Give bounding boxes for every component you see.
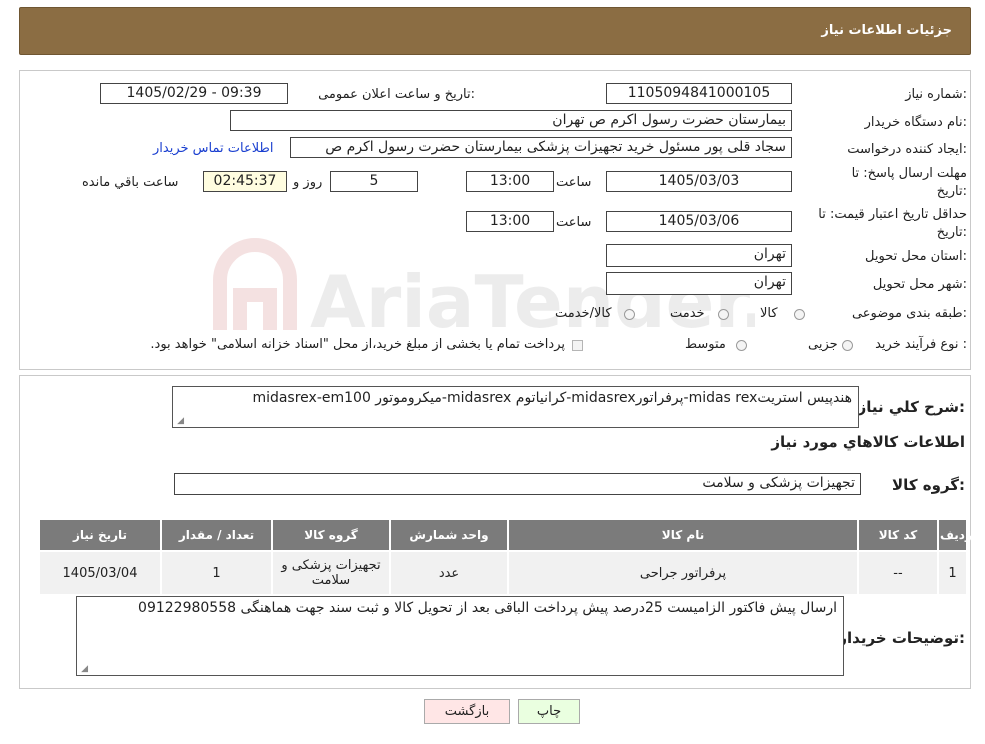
- page-header: جزئیات اطلاعات نیاز: [19, 7, 971, 55]
- category-option-goods: کالا: [760, 306, 778, 321]
- validity-label-1: حداقل تاریخ اعتبار قیمت: تا: [818, 207, 967, 222]
- announce-field: 1405/02/29 - 09:39: [100, 83, 288, 104]
- category-radio-service[interactable]: [718, 309, 729, 320]
- deadline-label-2: تاریخ:: [936, 184, 967, 199]
- process-label: نوع فرآیند خرید :: [875, 337, 967, 352]
- items-table: تاریخ نیاز تعداد / مقدار گروه کالا واحد …: [38, 518, 972, 596]
- days-remaining-field: 5: [330, 171, 418, 192]
- col-row: رديف: [937, 518, 972, 552]
- category-radio-goods[interactable]: [794, 309, 805, 320]
- cell-quantity: 1: [160, 550, 273, 596]
- category-option-goods-service: کالا/خدمت: [555, 306, 612, 321]
- summary-text: هندپیس استریتmidas rex-پرفراتورmidasrex-…: [252, 390, 852, 406]
- validity-time-label: ساعت: [556, 215, 592, 230]
- buyer-org-label: نام دستگاه خریدار:: [864, 115, 967, 130]
- deadline-date-field: 1405/03/03: [606, 171, 792, 192]
- days-label: روز و: [293, 175, 323, 190]
- resize-grip-icon[interactable]: ◢: [176, 417, 184, 426]
- creator-field: سجاد قلی پور مسئول خرید تجهیزات پزشکی بی…: [290, 137, 792, 158]
- cell-goods-code: --: [857, 550, 939, 596]
- col-need-date: تاریخ نیاز: [38, 518, 162, 552]
- table-row: 1405/03/04 1 تجهیزات پزشکی و سلامت عدد پ…: [38, 550, 968, 596]
- col-goods-code: کد کالا: [857, 518, 939, 552]
- buyer-notes-label: توضیحات خریدار:: [838, 629, 965, 647]
- buyer-notes-textarea[interactable]: ارسال پیش فاکتور الزامیست 25درصد پیش پرد…: [76, 596, 844, 676]
- deadline-time-label: ساعت: [556, 175, 592, 190]
- goods-group-label: گروه کالا:: [892, 476, 965, 494]
- announce-label: تاریخ و ساعت اعلان عمومی:: [318, 87, 475, 102]
- validity-time-field: 13:00: [466, 211, 554, 232]
- print-button[interactable]: چاپ: [518, 699, 580, 724]
- category-radio-goods-service[interactable]: [624, 309, 635, 320]
- cell-need-date: 1405/03/04: [38, 550, 162, 596]
- items-table-header: تاریخ نیاز تعداد / مقدار گروه کالا واحد …: [38, 518, 972, 552]
- col-goods-name: نام کالا: [507, 518, 859, 552]
- province-label: استان محل تحویل:: [865, 249, 967, 264]
- goods-group-field: تجهیزات پزشکی و سلامت: [174, 473, 861, 495]
- summary-label: شرح کلي نياز:: [857, 398, 965, 416]
- deadline-label-1: مهلت ارسال پاسخ: تا: [851, 166, 967, 181]
- need-number-label: شماره نیاز:: [905, 87, 967, 102]
- city-field: تهران: [606, 272, 792, 295]
- cell-row: 1: [937, 550, 968, 596]
- city-label: شهر محل تحویل:: [872, 277, 967, 292]
- goods-section-title: اطلاعات کالاهاي مورد نياز: [771, 433, 965, 451]
- deadline-time-field: 13:00: [466, 171, 554, 192]
- province-field: تهران: [606, 244, 792, 267]
- process-note-checkbox[interactable]: [572, 340, 583, 351]
- buyer-org-field: بیمارستان حضرت رسول اکرم ص تهران: [230, 110, 792, 131]
- buyer-contact-link[interactable]: اطلاعات تماس خریدار: [153, 141, 273, 156]
- col-goods-group: گروه کالا: [271, 518, 391, 552]
- buyer-notes-text: ارسال پیش فاکتور الزامیست 25درصد پیش پرد…: [138, 600, 837, 616]
- validity-date-field: 1405/03/06: [606, 211, 792, 232]
- cell-goods-group: تجهیزات پزشکی و سلامت: [271, 550, 391, 596]
- process-radio-medium[interactable]: [736, 340, 747, 351]
- category-label: طبقه بندی موضوعی:: [851, 306, 967, 321]
- resize-grip-icon[interactable]: ◢: [80, 665, 88, 674]
- remaining-label: ساعت باقي مانده: [82, 175, 179, 190]
- remaining-time-field: 02:45:37: [203, 171, 287, 192]
- process-radio-minor[interactable]: [842, 340, 853, 351]
- validity-label-2: تاریخ:: [936, 225, 967, 240]
- category-option-service: خدمت: [670, 306, 705, 321]
- cell-goods-name: پرفراتور جراحی: [507, 550, 859, 596]
- process-option-minor: جزیی: [808, 337, 838, 352]
- process-note: پرداخت تمام یا بخشی از مبلغ خرید،از محل …: [150, 337, 565, 352]
- col-unit: واحد شمارش: [389, 518, 509, 552]
- summary-textarea[interactable]: هندپیس استریتmidas rex-پرفراتورmidasrex-…: [172, 386, 859, 428]
- page-title: جزئیات اطلاعات نیاز: [821, 23, 952, 38]
- creator-label: ایجاد کننده درخواست:: [847, 142, 967, 157]
- process-option-medium: متوسط: [685, 337, 726, 352]
- col-quantity: تعداد / مقدار: [160, 518, 273, 552]
- need-number-field: 1105094841000105: [606, 83, 792, 104]
- back-button[interactable]: بازگشت: [424, 699, 510, 724]
- cell-unit: عدد: [389, 550, 509, 596]
